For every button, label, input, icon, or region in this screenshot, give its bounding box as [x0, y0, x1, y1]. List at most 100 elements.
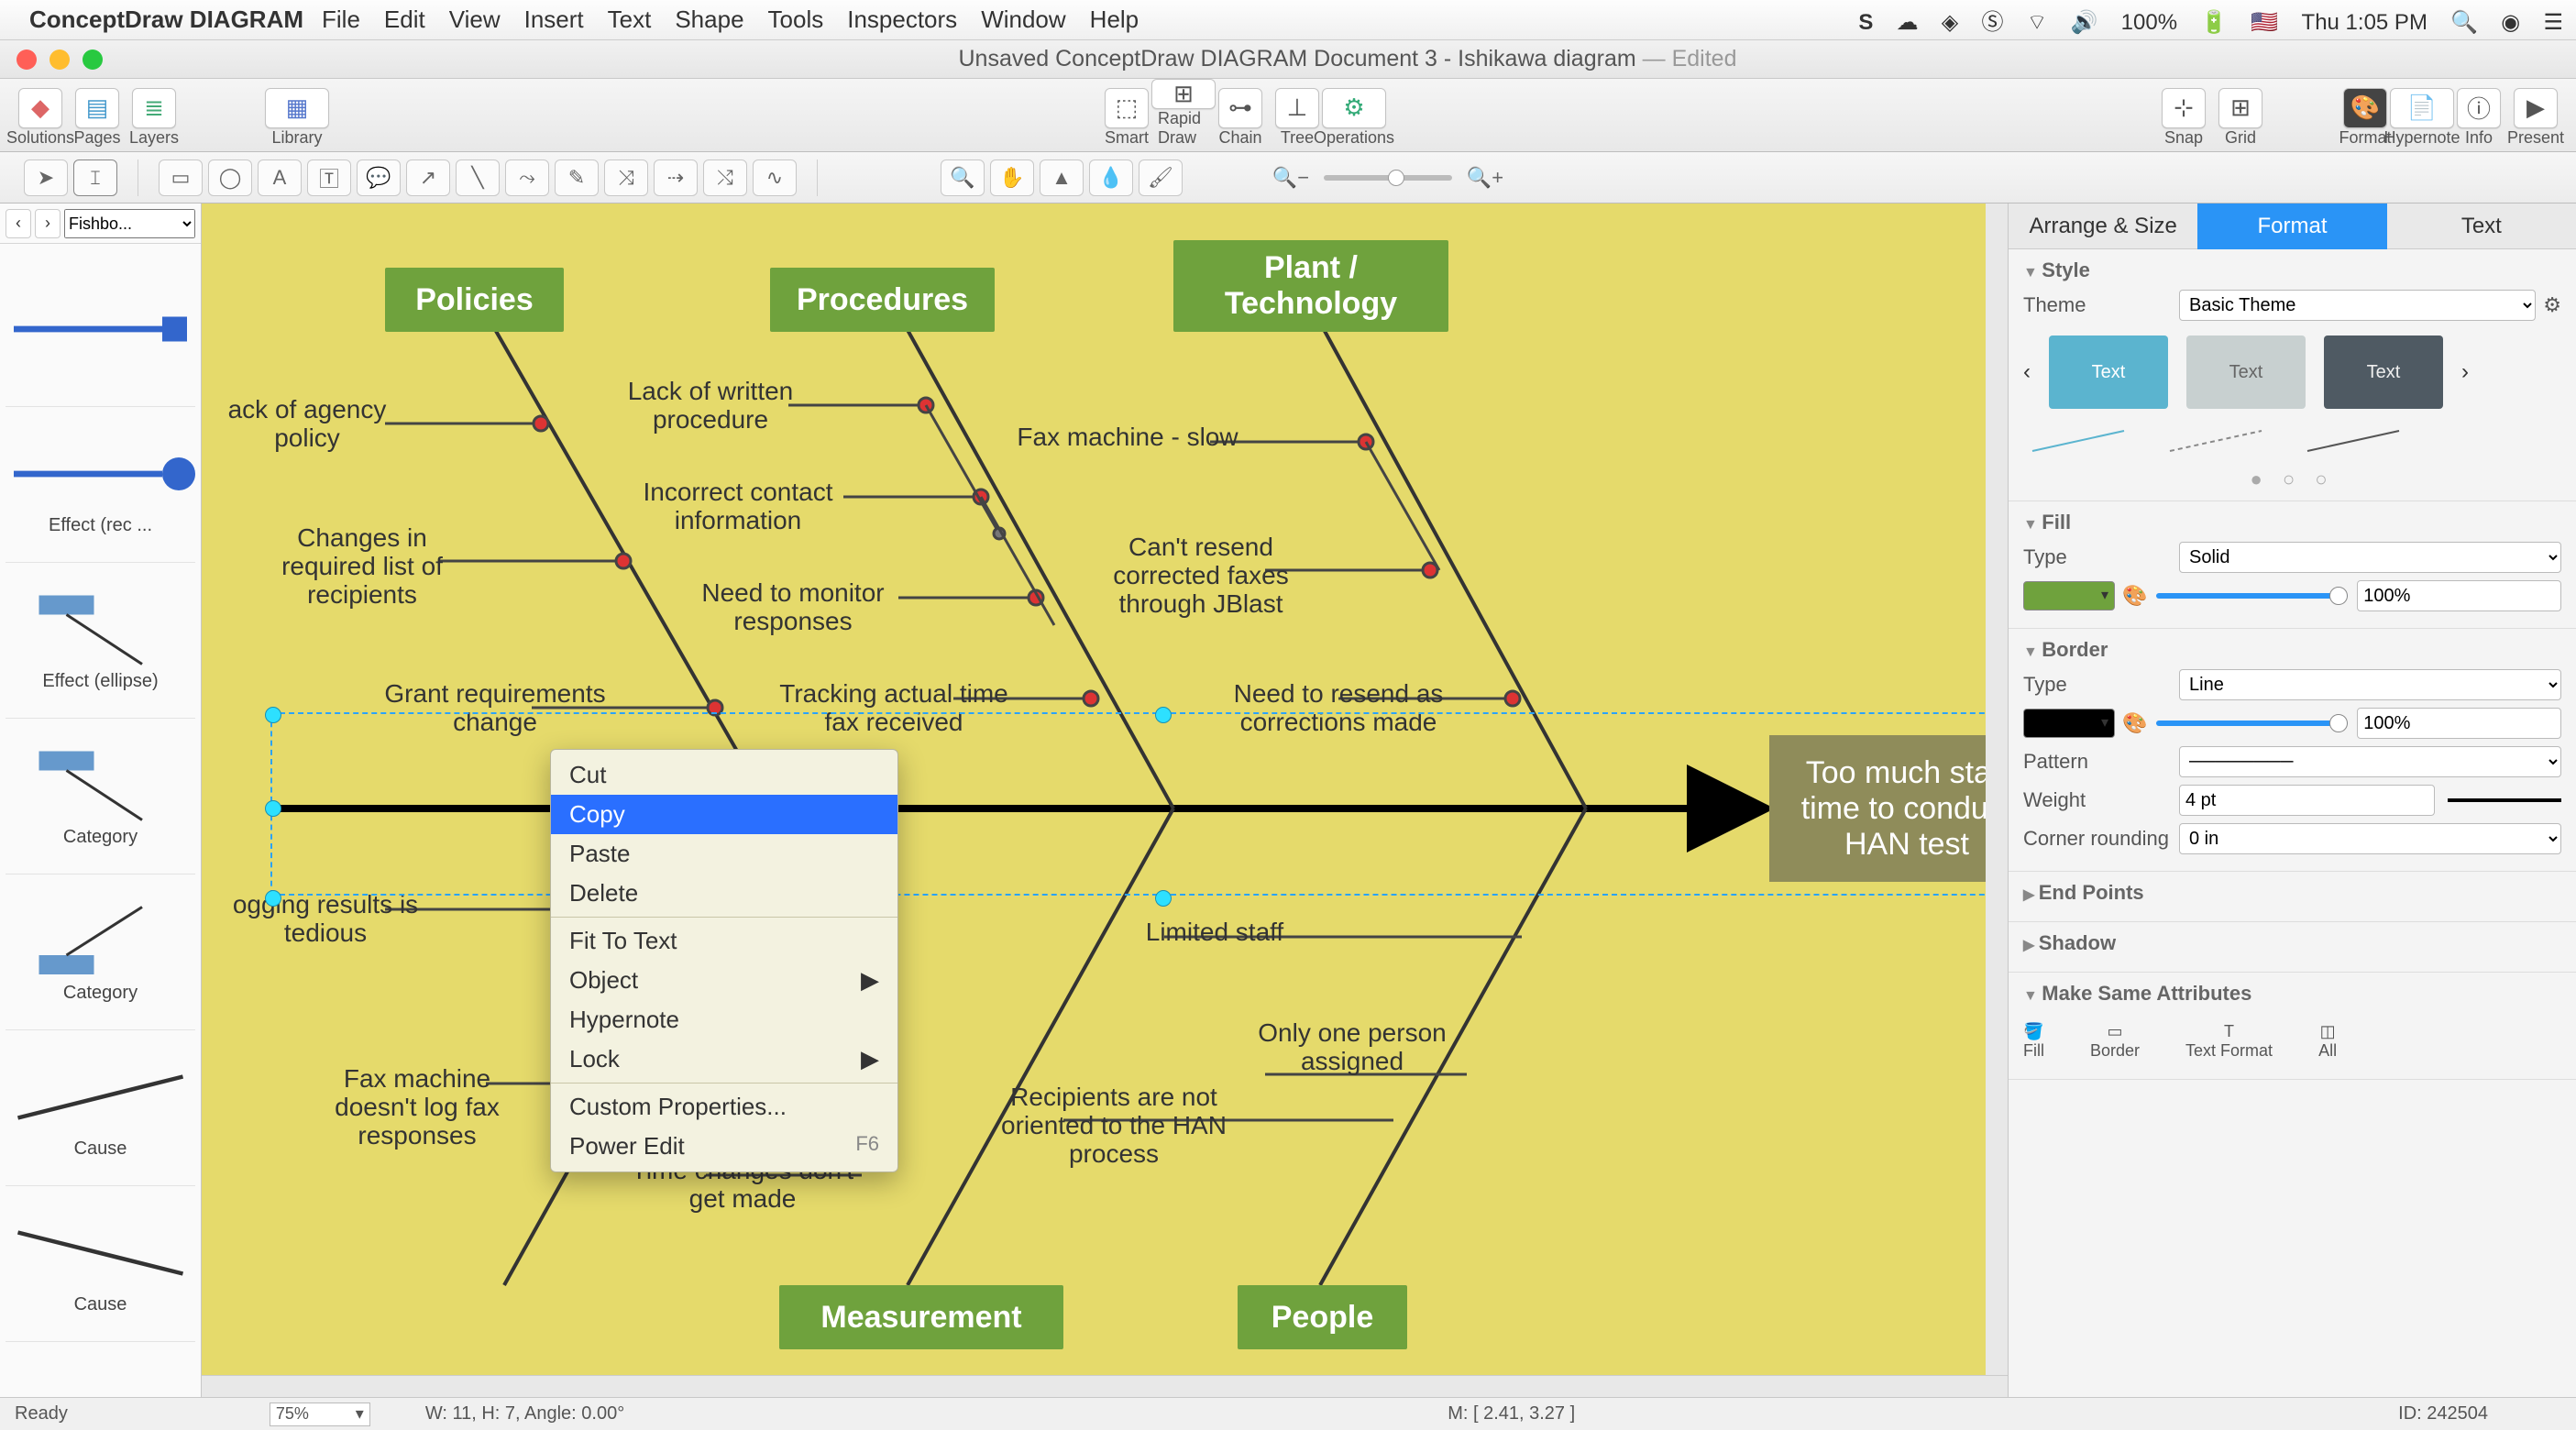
- app-menu[interactable]: ConceptDraw DIAGRAM: [29, 6, 303, 34]
- zoom-window-button[interactable]: [83, 50, 103, 70]
- tool-rect[interactable]: ▭: [159, 160, 203, 196]
- tool-curve[interactable]: ⤳: [505, 160, 549, 196]
- cause-label[interactable]: ogging results is tedious: [211, 891, 440, 948]
- category-measurement[interactable]: Measurement: [779, 1285, 1063, 1349]
- ctx-paste[interactable]: Paste: [551, 834, 897, 874]
- selection-handle[interactable]: [265, 707, 281, 723]
- menu-shape[interactable]: Shape: [675, 6, 743, 34]
- toolbar-operations[interactable]: ⚙Operations: [1328, 83, 1380, 148]
- section-shadow[interactable]: Shadow: [2009, 922, 2576, 973]
- theme-next-button[interactable]: ›: [2461, 359, 2469, 385]
- category-people[interactable]: People: [1238, 1285, 1407, 1349]
- selection-handle[interactable]: [1155, 890, 1172, 907]
- border-weight-input[interactable]: [2179, 785, 2435, 816]
- theme-swatch-3[interactable]: Text: [2324, 336, 2443, 409]
- ctx-fit-to-text[interactable]: Fit To Text: [551, 921, 897, 961]
- cause-label[interactable]: ack of agency policy: [211, 396, 403, 453]
- tool-zoom[interactable]: 🔍: [941, 160, 985, 196]
- border-opacity-slider[interactable]: [2156, 720, 2348, 726]
- selection-handle[interactable]: [1155, 707, 1172, 723]
- menu-tools[interactable]: Tools: [768, 6, 824, 34]
- toolbar-rapid-draw[interactable]: ⊞Rapid Draw: [1158, 83, 1209, 148]
- stencil-category-top[interactable]: Category: [6, 719, 195, 874]
- cause-label[interactable]: Need to monitor responses: [678, 579, 908, 636]
- fill-opacity-input[interactable]: [2357, 580, 2561, 611]
- border-type-select[interactable]: Line: [2179, 669, 2561, 700]
- theme-prev-button[interactable]: ‹: [2023, 359, 2031, 385]
- msa-all[interactable]: ◫All: [2318, 1022, 2337, 1061]
- tab-text[interactable]: Text: [2387, 204, 2576, 249]
- volume-icon[interactable]: 🔊: [2071, 10, 2098, 35]
- menu-help[interactable]: Help: [1090, 6, 1139, 34]
- pager-dots[interactable]: ● ○ ○: [2023, 468, 2561, 491]
- skype-icon[interactable]: Ⓢ: [1982, 10, 2004, 35]
- cause-label[interactable]: Fax machine doesn't log fax responses: [303, 1065, 532, 1150]
- stencil-category-bot[interactable]: Category: [6, 874, 195, 1030]
- tool-stamp[interactable]: ▲: [1040, 160, 1084, 196]
- canvas-scrollbar-h[interactable]: [202, 1375, 2008, 1397]
- library-dropdown[interactable]: Fishbo...: [64, 209, 195, 238]
- tool-ellipse[interactable]: ◯: [208, 160, 252, 196]
- tool-pan[interactable]: ✋: [990, 160, 1034, 196]
- ctx-delete[interactable]: Delete: [551, 874, 897, 913]
- selection-handle[interactable]: [265, 800, 281, 817]
- toolbar-smart[interactable]: ⬚Smart: [1101, 83, 1152, 148]
- arrow-style-3[interactable]: [2298, 424, 2417, 460]
- tool-pointer[interactable]: ➤: [24, 160, 68, 196]
- wifi-icon[interactable]: ⌔: [2027, 10, 2048, 35]
- tool-brush[interactable]: 🖌: [1139, 160, 1183, 196]
- ctx-power-edit[interactable]: Power EditF6: [551, 1127, 897, 1166]
- tool-arrow[interactable]: ↗: [406, 160, 450, 196]
- tab-arrange[interactable]: Arrange & Size: [2009, 204, 2197, 249]
- msa-fill[interactable]: 🪣Fill: [2023, 1022, 2044, 1061]
- category-policies[interactable]: Policies: [385, 268, 564, 332]
- zoom-in-button[interactable]: 🔍+: [1463, 160, 1507, 196]
- tool-smart-connector[interactable]: ⤭: [703, 160, 747, 196]
- cause-label[interactable]: Recipients are not oriented to the HAN p…: [981, 1084, 1247, 1168]
- ctx-cut[interactable]: Cut: [551, 755, 897, 795]
- cause-label[interactable]: Changes in required list of recipients: [257, 524, 468, 609]
- theme-swatch-2[interactable]: Text: [2186, 336, 2306, 409]
- msa-text[interactable]: TText Format: [2185, 1022, 2273, 1061]
- stencil-cause-2[interactable]: Cause: [6, 1186, 195, 1342]
- cause-label[interactable]: Incorrect contact information: [623, 478, 853, 535]
- siri-icon[interactable]: ◉: [2501, 10, 2520, 35]
- tool-textbox[interactable]: 🅃: [307, 160, 351, 196]
- cloud-icon[interactable]: ☁: [1897, 10, 1919, 35]
- drawing-canvas[interactable]: Policies Procedures Plant / Technology M…: [202, 204, 1986, 1375]
- toolbar-layers[interactable]: ≣Layers: [128, 83, 180, 148]
- cause-label[interactable]: Limited staff: [1118, 918, 1311, 947]
- gear-icon[interactable]: ⚙: [2543, 293, 2561, 317]
- battery-icon[interactable]: 🔋: [2200, 10, 2228, 35]
- library-next-button[interactable]: ›: [35, 209, 61, 238]
- menu-edit[interactable]: Edit: [384, 6, 425, 34]
- toolbar-hypernote[interactable]: 📄Hypernote: [2396, 83, 2448, 148]
- zoom-out-button[interactable]: 🔍−: [1269, 160, 1313, 196]
- msa-border[interactable]: ▭Border: [2090, 1022, 2140, 1061]
- spotlight-icon[interactable]: 🔍: [2450, 10, 2478, 35]
- tool-connector[interactable]: ⇢: [654, 160, 698, 196]
- notification-center-icon[interactable]: ☰: [2543, 10, 2563, 35]
- tool-callout[interactable]: 💬: [357, 160, 401, 196]
- tool-text[interactable]: A: [258, 160, 302, 196]
- cause-label[interactable]: Only one person assigned: [1256, 1019, 1448, 1076]
- border-opacity-input[interactable]: [2357, 708, 2561, 739]
- toolbar-chain[interactable]: ⊶Chain: [1215, 83, 1266, 148]
- section-endpoints[interactable]: End Points: [2009, 872, 2576, 922]
- fill-type-select[interactable]: Solid: [2179, 542, 2561, 573]
- tool-text-edit[interactable]: 𝙸: [73, 160, 117, 196]
- corner-rounding-select[interactable]: 0 in: [2179, 823, 2561, 854]
- zoom-slider[interactable]: [1324, 175, 1452, 181]
- diamond-icon[interactable]: ◈: [1942, 10, 1958, 35]
- menu-window[interactable]: Window: [981, 6, 1065, 34]
- toolbar-solutions[interactable]: ◆Solutions: [15, 83, 66, 148]
- library-prev-button[interactable]: ‹: [6, 209, 31, 238]
- color-wheel-icon[interactable]: 🎨: [2122, 584, 2147, 608]
- cause-label[interactable]: Lack of written procedure: [605, 378, 816, 434]
- border-pattern-select[interactable]: ────────: [2179, 746, 2561, 777]
- stencil-effect-rect[interactable]: Effect (rec ...: [6, 407, 195, 563]
- ctx-lock[interactable]: Lock▶: [551, 1040, 897, 1079]
- cause-label[interactable]: Can't resend corrected faxes through JBl…: [1073, 534, 1329, 618]
- toolbar-info[interactable]: ⓘInfo: [2453, 83, 2504, 148]
- arrow-style-1[interactable]: [2023, 424, 2142, 460]
